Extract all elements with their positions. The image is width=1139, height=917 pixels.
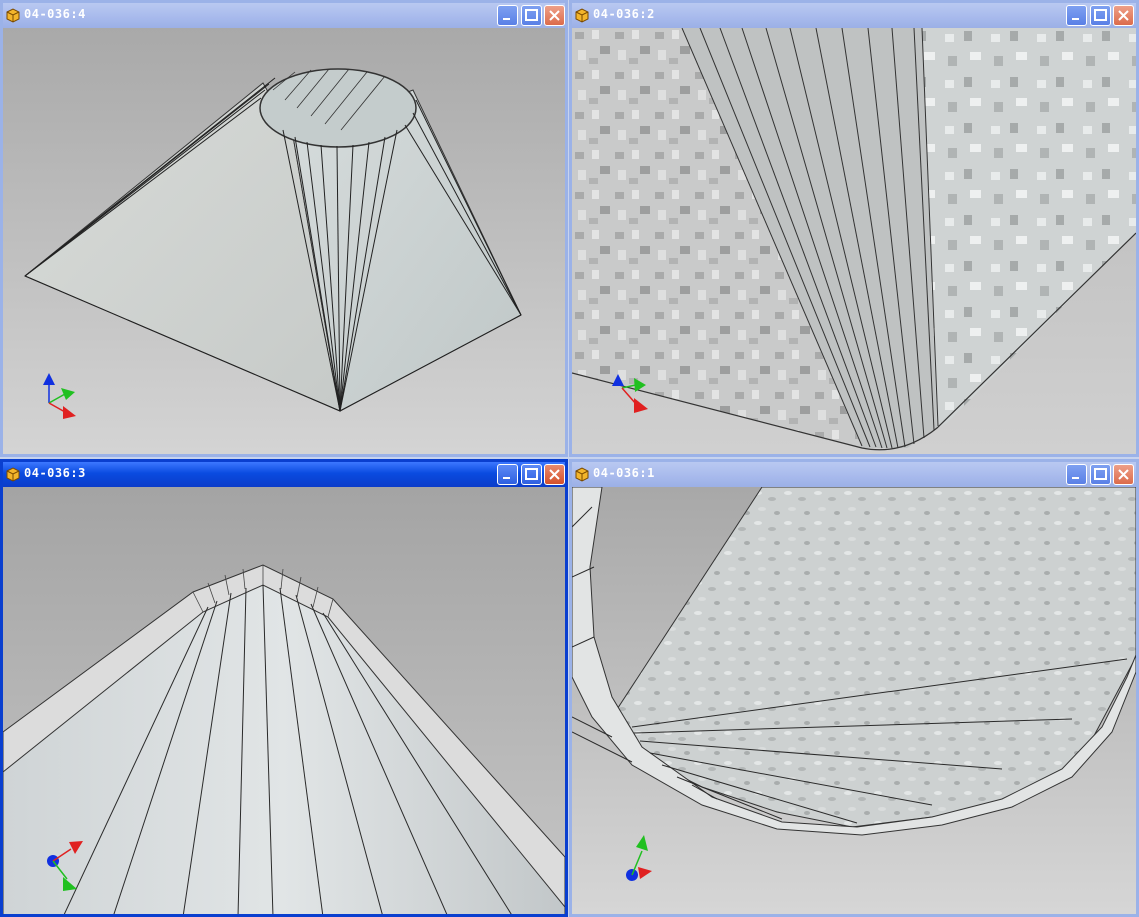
viewport-window-4[interactable]: 04-036:4	[0, 0, 568, 457]
cone-model-view	[3, 564, 565, 914]
minimize-icon	[1072, 18, 1079, 20]
viewport-window-2[interactable]: 04-036:2	[569, 0, 1139, 457]
window-title: 04-036:4	[24, 7, 86, 21]
minimize-icon	[503, 18, 510, 20]
close-icon	[549, 10, 560, 21]
axis-triad	[626, 835, 652, 881]
minimize-icon	[1072, 477, 1079, 479]
title-bar[interactable]: 04-036:1	[572, 462, 1136, 487]
minimize-button[interactable]	[497, 5, 518, 26]
cube-icon	[6, 8, 20, 23]
maximize-button[interactable]	[521, 5, 542, 26]
3d-viewport[interactable]	[572, 487, 1136, 914]
maximize-icon	[1094, 9, 1107, 21]
minimize-button[interactable]	[1066, 464, 1087, 485]
window-title: 04-036:2	[593, 7, 655, 21]
cone-face-right	[922, 28, 1136, 428]
title-bar[interactable]: 04-036:2	[572, 3, 1136, 28]
maximize-button[interactable]	[1090, 5, 1111, 26]
close-button[interactable]	[544, 464, 565, 485]
close-button[interactable]	[1113, 464, 1134, 485]
axis-triad	[43, 373, 76, 419]
maximize-icon	[1094, 468, 1107, 480]
minimize-button[interactable]	[1066, 5, 1087, 26]
title-bar[interactable]: 04-036:4	[3, 3, 565, 28]
window-title: 04-036:1	[593, 466, 655, 480]
close-button[interactable]	[544, 5, 565, 26]
viewport-window-1[interactable]: 04-036:1	[569, 459, 1139, 917]
cone-model-view	[24, 68, 522, 419]
cube-icon	[575, 467, 589, 482]
maximize-button[interactable]	[521, 464, 542, 485]
3d-viewport[interactable]	[3, 487, 565, 914]
maximize-button[interactable]	[1090, 464, 1111, 485]
cube-icon	[575, 8, 589, 23]
close-button[interactable]	[1113, 5, 1134, 26]
minimize-button[interactable]	[497, 464, 518, 485]
window-title: 04-036:3	[24, 466, 86, 480]
minimize-icon	[503, 477, 510, 479]
3d-viewport[interactable]	[572, 28, 1136, 454]
cube-icon	[6, 467, 20, 482]
close-icon	[1118, 10, 1129, 21]
maximize-icon	[525, 9, 538, 21]
close-icon	[1118, 469, 1129, 480]
maximize-icon	[525, 468, 538, 480]
cone-model-view	[572, 28, 1136, 451]
cone-model-view	[572, 487, 1136, 881]
close-icon	[549, 469, 560, 480]
3d-viewport[interactable]	[3, 28, 565, 454]
title-bar[interactable]: 04-036:3	[3, 462, 565, 487]
viewport-window-3[interactable]: 04-036:3	[0, 459, 568, 917]
